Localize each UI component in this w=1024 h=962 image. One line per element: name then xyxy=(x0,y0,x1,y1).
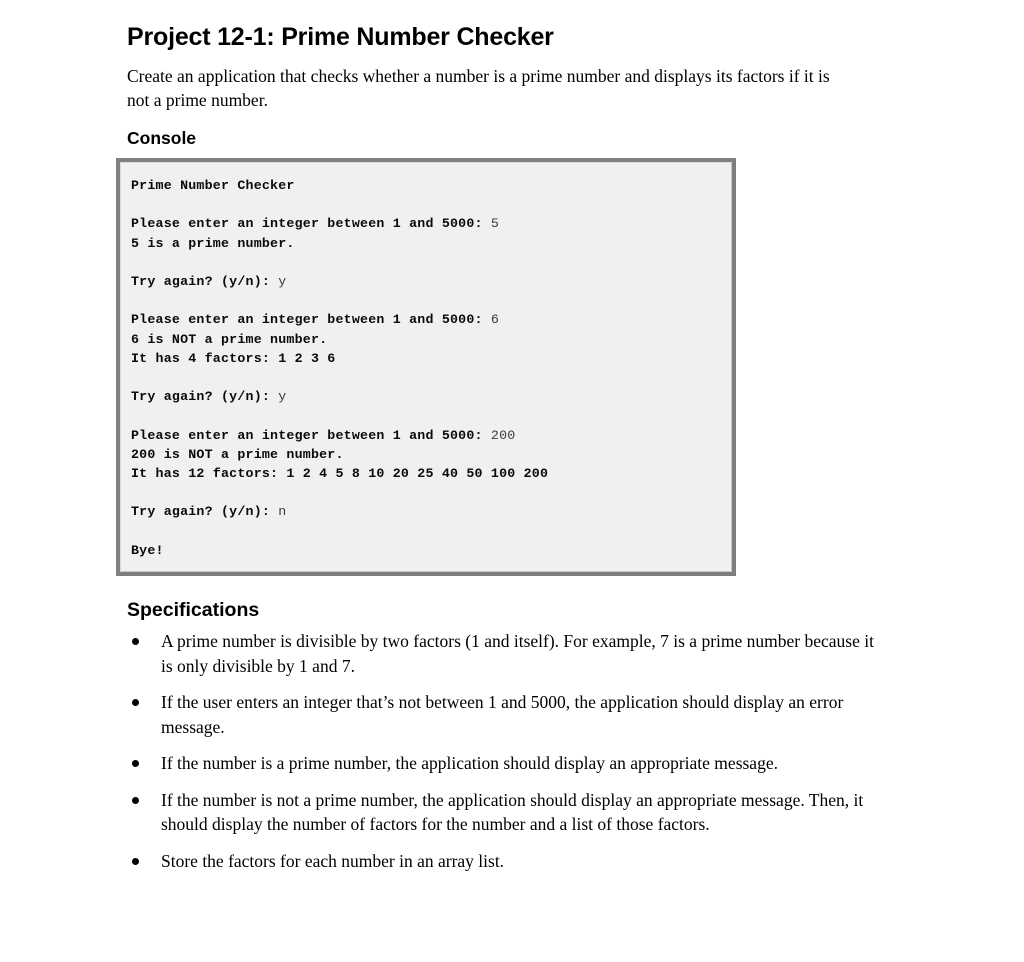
specification-text: If the number is a prime number, the app… xyxy=(161,753,778,774)
page-title: Project 12-1: Prime Number Checker xyxy=(127,23,554,51)
document-content: Project 12-1: Prime Number Checker Creat… xyxy=(116,22,874,873)
intro-paragraph: Create an application that checks whethe… xyxy=(127,66,830,110)
console-user-input: 6 xyxy=(490,312,500,328)
console-line: Prime Number Checker xyxy=(131,176,722,195)
specification-item: If the user enters an integer that’s not… xyxy=(127,690,885,739)
bullet-icon xyxy=(132,760,139,768)
specification-text: If the user enters an integer that’s not… xyxy=(161,692,844,737)
bullet-icon xyxy=(132,857,139,865)
console-line: 200 is NOT a prime number. xyxy=(131,445,722,464)
bullet-icon xyxy=(132,699,139,707)
console-output-text: Prime Number Checker xyxy=(131,178,295,193)
console-user-input: 5 xyxy=(490,216,500,232)
specification-item: If the number is not a prime number, the… xyxy=(127,788,885,837)
console-output-text: Please enter an integer between 1 and 50… xyxy=(131,427,491,443)
console-output-text: Try again? (y/n): xyxy=(131,504,279,520)
console-line: 6 is NOT a prime number. xyxy=(131,330,722,349)
console-line: 5 is a prime number. xyxy=(131,234,722,253)
console-output-text: Try again? (y/n): xyxy=(131,274,279,290)
console-section-heading: Console xyxy=(127,128,197,148)
console-user-input: 200 xyxy=(490,427,516,443)
bullet-icon xyxy=(132,638,139,646)
specifications-section-heading: Specifications xyxy=(127,599,260,622)
console-output-text: Bye! xyxy=(131,542,164,558)
specification-item: Store the factors for each number in an … xyxy=(127,849,885,874)
console-line: It has 4 factors: 1 2 3 6 xyxy=(131,349,722,368)
console-output-box: Prime Number Checker Please enter an int… xyxy=(116,158,736,577)
console-line: Bye! xyxy=(131,541,722,560)
console-output-text: Try again? (y/n): xyxy=(131,389,279,405)
console-line: Please enter an integer between 1 and 50… xyxy=(131,214,722,233)
console-output-text: It has 4 factors: 1 2 3 6 xyxy=(131,350,336,366)
bullet-icon xyxy=(132,796,139,804)
console-output-text: It has 12 factors: 1 2 4 5 8 10 20 25 40… xyxy=(131,466,549,482)
specification-text: If the number is not a prime number, the… xyxy=(161,789,864,835)
console-output-text: Please enter an integer between 1 and 50… xyxy=(131,312,491,328)
console-line: Try again? (y/n): y xyxy=(131,387,722,406)
console-output-text: 200 is NOT a prime number. xyxy=(131,446,344,462)
console-user-input: n xyxy=(278,504,287,520)
console-output-text: 5 is a prime number. xyxy=(131,235,295,251)
specification-item: If the number is a prime number, the app… xyxy=(127,751,885,776)
console-line: It has 12 factors: 1 2 4 5 8 10 20 25 40… xyxy=(131,464,722,483)
specification-item: A prime number is divisible by two facto… xyxy=(127,629,885,678)
console-line: Try again? (y/n): n xyxy=(131,502,722,521)
console-line: Please enter an integer between 1 and 50… xyxy=(131,426,722,445)
specifications-list: A prime number is divisible by two facto… xyxy=(127,629,874,873)
specification-text: A prime number is divisible by two facto… xyxy=(161,631,874,676)
console-user-input: y xyxy=(278,274,287,290)
console-line: Please enter an integer between 1 and 50… xyxy=(131,310,722,329)
specification-text: Store the factors for each number in an … xyxy=(161,850,505,871)
document-page: Project 12-1: Prime Number Checker Creat… xyxy=(0,0,1024,962)
console-transcript: Prime Number Checker Please enter an int… xyxy=(131,176,722,560)
console-user-input: y xyxy=(278,389,287,405)
console-output-text: Please enter an integer between 1 and 50… xyxy=(131,216,491,232)
console-line: Try again? (y/n): y xyxy=(131,272,722,291)
console-output-text: 6 is NOT a prime number. xyxy=(131,331,328,347)
